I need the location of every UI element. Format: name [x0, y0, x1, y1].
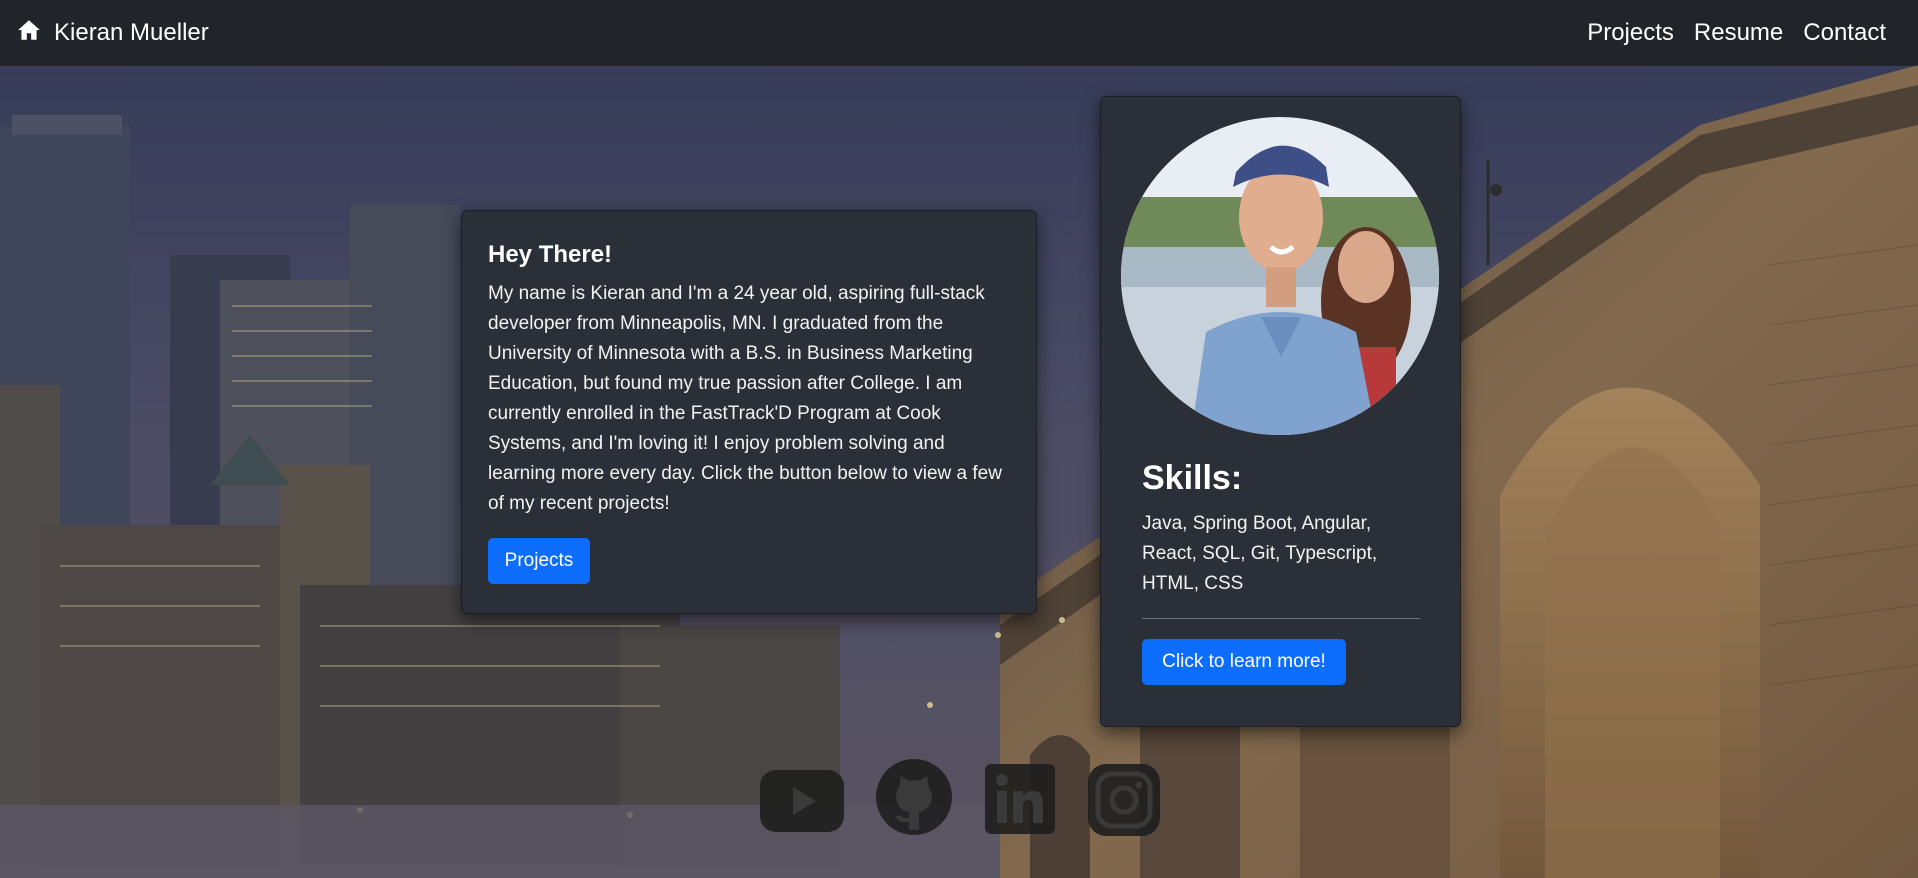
brand-name: Kieran Mueller — [54, 18, 209, 46]
about-text: My name is Kieran and I'm a 24 year old,… — [488, 283, 1002, 514]
home-icon — [16, 17, 42, 48]
skills-title: Skills: — [1142, 459, 1243, 497]
social-links — [0, 758, 1918, 848]
nav-link-resume[interactable]: Resume — [1694, 19, 1783, 47]
github-icon[interactable] — [875, 758, 953, 836]
linkedin-icon[interactable] — [985, 764, 1055, 834]
instagram-icon[interactable] — [1088, 764, 1160, 836]
profile-photo — [1121, 117, 1439, 435]
about-card: Hey There! My name is Kieran and I'm a 2… — [461, 210, 1037, 614]
skills-text: Java, Spring Boot, Angular, React, SQL, … — [1142, 513, 1378, 594]
divider — [1142, 618, 1420, 619]
navbar: Kieran Mueller Projects Resume Contact — [0, 0, 1918, 65]
youtube-icon[interactable] — [760, 770, 844, 832]
learn-more-button[interactable]: Click to learn more! — [1142, 639, 1346, 685]
projects-button[interactable]: Projects — [488, 538, 590, 584]
skills-card: Skills: Java, Spring Boot, Angular, Reac… — [1100, 96, 1461, 727]
brand-link[interactable]: Kieran Mueller — [16, 17, 209, 48]
nav-links: Projects Resume Contact — [1587, 19, 1886, 47]
nav-link-projects[interactable]: Projects — [1587, 19, 1674, 47]
about-title: Hey There! — [488, 241, 613, 268]
nav-link-contact[interactable]: Contact — [1803, 19, 1886, 47]
